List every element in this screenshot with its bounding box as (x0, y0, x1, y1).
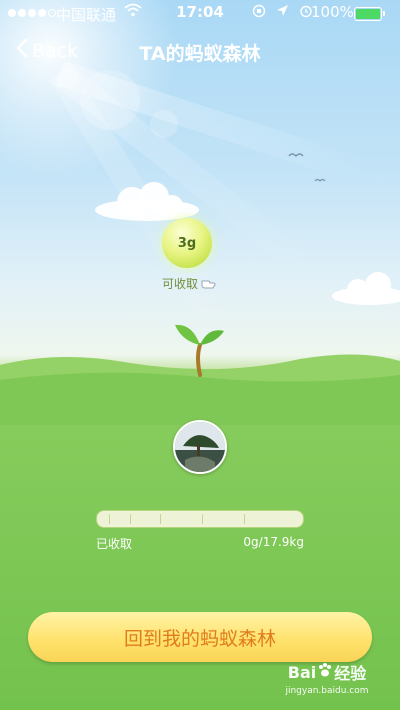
lens-flare (80, 70, 140, 130)
collect-text: 可收取 (162, 277, 199, 291)
watermark-url: jingyan.baidu.com (285, 686, 369, 696)
cloud (332, 272, 400, 305)
battery-percentage: 100% (311, 3, 354, 21)
friend-avatar[interactable] (173, 420, 227, 474)
orientation-lock-icon (252, 4, 266, 22)
sprout-plant (175, 324, 224, 377)
bird-icon (288, 153, 304, 157)
progress-tick (160, 514, 161, 524)
progress-tick (109, 514, 110, 524)
bird-icon (314, 178, 326, 182)
collected-label: 已收取 (96, 537, 133, 551)
watermark-brand-left: Bai (287, 662, 317, 682)
baidu-jingyan-watermark: Bai 经验 jingyan.baidu.com (282, 660, 372, 697)
progress-tick (244, 514, 245, 524)
energy-amount: 3g (177, 235, 197, 251)
navigation-bar: Back TA的蚂蚁森林 (0, 28, 400, 76)
energy-ball[interactable]: 3g (162, 218, 212, 268)
page-title: TA的蚂蚁森林 (139, 43, 261, 65)
status-bar: 中国联通 17:04 100% (0, 0, 400, 28)
progress-tick (202, 514, 203, 524)
hand-pointer-icon (200, 275, 216, 292)
collected-amount: 0g/17.9kg (243, 535, 304, 549)
progress-tick (130, 514, 131, 524)
location-icon (276, 4, 289, 22)
paw-icon (317, 662, 333, 682)
collect-label: 可收取 (162, 275, 216, 292)
return-to-my-forest-button[interactable]: 回到我的蚂蚁森林 (28, 612, 372, 662)
watermark-brand-right: 经验 (334, 664, 367, 683)
energy-progress-bar (96, 510, 304, 528)
cloud (95, 182, 199, 221)
battery-icon (354, 7, 385, 21)
status-icons (252, 4, 313, 22)
lens-flare (150, 110, 178, 138)
forest-screen: 中国联通 17:04 100% Back TA的蚂蚁森林 3g 可收取 已收取 … (0, 0, 400, 710)
